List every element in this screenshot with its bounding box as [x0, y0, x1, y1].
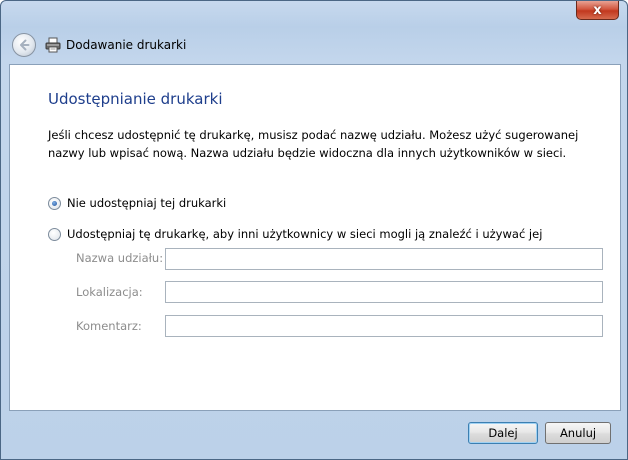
next-button[interactable]: Dalej	[468, 422, 538, 444]
radio-label-share: Udostępniaj tę drukarkę, aby inni użytko…	[67, 227, 543, 241]
navigation-bar: Dodawanie drukarki	[8, 29, 622, 63]
radio-label-do-not-share: Nie udostępniaj tej drukarki	[67, 196, 227, 210]
radio-dot	[52, 200, 57, 206]
share-name-input[interactable]	[165, 248, 603, 270]
dialog-title: Dodawanie drukarki	[66, 38, 187, 52]
radio-do-not-share[interactable]: Nie udostępniaj tej drukarki	[48, 196, 226, 210]
back-button[interactable]	[12, 33, 36, 57]
printer-icon	[45, 37, 61, 53]
close-button[interactable]: x	[576, 1, 619, 20]
description-text: Jeśli chcesz udostępnić tę drukarkę, mus…	[48, 128, 579, 160]
back-arrow-icon	[20, 39, 30, 51]
location-input[interactable]	[165, 281, 603, 303]
dialog-window: x Dodawanie drukarki Udostępnianie druka…	[0, 0, 628, 460]
radio-button-unselected[interactable]	[48, 227, 61, 241]
comment-label: Komentarz:	[76, 319, 142, 333]
content-panel: Udostępnianie drukarki Jeśli chcesz udos…	[9, 64, 621, 411]
close-icon: x	[593, 2, 602, 18]
radio-share[interactable]: Udostępniaj tę drukarkę, aby inni użytko…	[48, 227, 542, 241]
radio-button-selected[interactable]	[48, 196, 61, 210]
comment-input[interactable]	[165, 315, 603, 337]
location-label: Lokalizacja:	[76, 285, 143, 299]
share-name-label: Nazwa udziału:	[76, 251, 164, 265]
cancel-button[interactable]: Anuluj	[545, 422, 611, 444]
page-title: Udostępnianie drukarki	[48, 90, 223, 108]
